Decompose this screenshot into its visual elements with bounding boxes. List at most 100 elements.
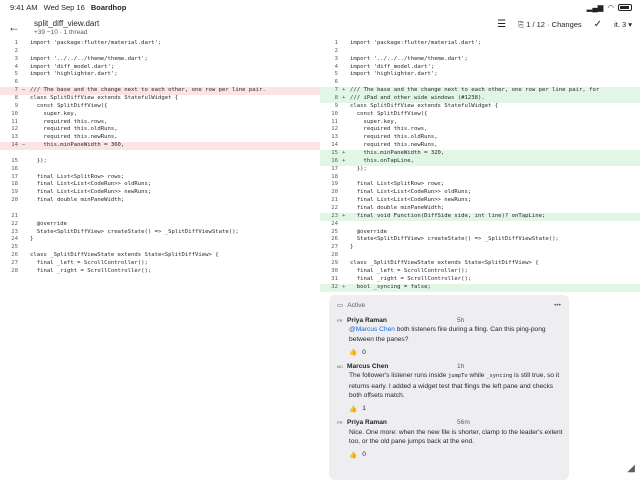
- code-line[interactable]: 7−/// The base and the change next to ea…: [0, 87, 320, 96]
- code-line[interactable]: 24}: [0, 236, 320, 244]
- code-text: /// The base and the change next to each…: [30, 87, 266, 94]
- code-line[interactable]: 8 class SplitDiffView extends StatefulWid…: [0, 95, 320, 103]
- list-icon[interactable]: ☰: [497, 19, 506, 30]
- code-line[interactable]: 15 + this.minPaneWidth = 320,: [320, 150, 640, 158]
- code-line[interactable]: 18 final List<List<CodeRun>> oldRuns;: [0, 181, 320, 189]
- reaction-button[interactable]: 👍 1: [349, 404, 561, 414]
- code-line[interactable]: 28: [320, 252, 640, 260]
- code-line[interactable]: 16: [0, 166, 320, 174]
- code-line[interactable]: [0, 205, 320, 213]
- more-menu-button[interactable]: it. 3 ▾: [614, 20, 632, 29]
- code-line[interactable]: 1 import 'package:flutter/material.dart';: [0, 40, 320, 48]
- code-line[interactable]: 12 required this.oldRuns,: [0, 126, 320, 134]
- code-text: @override: [350, 228, 388, 235]
- code-line[interactable]: 14 required this.newRuns,: [320, 142, 640, 150]
- code-line[interactable]: 5 import 'highlighter.dart';: [320, 71, 640, 79]
- code-line[interactable]: 13 required this.newRuns,: [0, 134, 320, 142]
- comment-body: Nice. One more: when the new file is sho…: [349, 428, 563, 446]
- code-line[interactable]: 11 super.key,: [320, 119, 640, 127]
- code-line[interactable]: 15 });: [0, 158, 320, 166]
- change-marker: [22, 150, 30, 158]
- code-line[interactable]: 3 import '../../../theme/theme.dart';: [0, 56, 320, 64]
- code-text: final _right = ScrollController();: [350, 275, 472, 282]
- reaction-button[interactable]: 👍 0: [349, 347, 561, 357]
- code-text: class SplitDiffView extends StatefulWidg…: [350, 102, 499, 109]
- code-line[interactable]: 23 State<SplitDiffView> createState() =>…: [0, 229, 320, 237]
- code-line[interactable]: 4 import 'diff_model.dart';: [320, 64, 640, 72]
- comment-item: MC Marcus Chen 1h The follower's listene…: [337, 361, 561, 414]
- code-line[interactable]: 23 + final void Function(DiffSide side, i…: [320, 212, 640, 221]
- line-number: 6: [334, 79, 338, 86]
- code-line[interactable]: 2: [0, 48, 320, 56]
- code-line[interactable]: 25 @override: [320, 229, 640, 237]
- code-line[interactable]: 12 required this.rows,: [320, 126, 640, 134]
- code-line[interactable]: 16 + this.onTapLine,: [320, 157, 640, 166]
- code-line[interactable]: 26 class _SplitDiffViewState extends Stat…: [0, 252, 320, 260]
- code-line[interactable]: 30 final _left = ScrollController();: [320, 268, 640, 276]
- code-line[interactable]: 22 final double minPaneWidth;: [320, 205, 640, 213]
- change-marker: [342, 244, 350, 252]
- change-marker: [22, 56, 30, 64]
- code-text: final List<SplitRow> rows;: [350, 181, 445, 188]
- code-line[interactable]: 3 import '../../../theme/theme.dart';: [320, 56, 640, 64]
- line-number: 3: [14, 55, 18, 62]
- line-number: [0, 205, 22, 213]
- code-line[interactable]: 9 class SplitDiffView extends StatefulWid…: [320, 103, 640, 111]
- code-line[interactable]: 24: [320, 221, 640, 229]
- change-marker: [22, 126, 30, 134]
- code-line[interactable]: 20 final List<List<CodeRun>> oldRuns;: [320, 189, 640, 197]
- code-line[interactable]: 17 final List<SplitRow> rows;: [0, 174, 320, 182]
- code-line[interactable]: 26 State<SplitDiffView> createState() =>…: [320, 236, 640, 244]
- code-line[interactable]: 25: [0, 244, 320, 252]
- code-line[interactable]: 10 super.key,: [0, 111, 320, 119]
- change-marker: [342, 276, 350, 284]
- change-marker: [342, 268, 350, 276]
- change-marker: [22, 189, 30, 197]
- back-arrow-icon[interactable]: ←: [8, 20, 20, 34]
- code-line[interactable]: 4 import 'diff_model.dart';: [0, 64, 320, 72]
- code-line[interactable]: 19 final List<SplitRow> rows;: [320, 181, 640, 189]
- code-line[interactable]: 17 });: [320, 166, 640, 174]
- code-line[interactable]: 2: [320, 48, 640, 56]
- code-line[interactable]: 6: [320, 79, 640, 87]
- code-line[interactable]: 32 + bool _syncing = false;: [320, 283, 640, 292]
- code-line[interactable]: 18: [320, 174, 640, 182]
- code-line[interactable]: 14− this.minPaneWidth = 360,: [0, 142, 320, 151]
- code-line[interactable]: 7 + /// The base and the change next to ea…: [320, 87, 640, 96]
- code-line[interactable]: 9 const SplitDiffView({: [0, 103, 320, 111]
- user-mention[interactable]: @Marcus Chen: [349, 326, 395, 333]
- code-line[interactable]: 22 @override: [0, 221, 320, 229]
- code-text: import 'package:flutter/material.dart';: [350, 40, 482, 46]
- code-line[interactable]: 1 import 'package:flutter/material.dart';: [320, 40, 640, 48]
- line-number: 8: [334, 95, 338, 102]
- code-line[interactable]: 27 final _left = ScrollController();: [0, 260, 320, 268]
- code-line[interactable]: 21: [0, 213, 320, 221]
- code-line[interactable]: 19 final List<List<CodeRun>> newRuns;: [0, 189, 320, 197]
- code-line[interactable]: 20 final double minPaneWidth;: [0, 197, 320, 205]
- code-line[interactable]: [0, 150, 320, 158]
- code-line[interactable]: 5 import 'highlighter.dart';: [0, 71, 320, 79]
- code-line[interactable]: 28 final _right = ScrollController();: [0, 268, 320, 276]
- change-marker: [342, 260, 350, 268]
- code-line[interactable]: 29 class _SplitDiffViewState extends Stat…: [320, 260, 640, 268]
- code-line[interactable]: 13 required this.oldRuns,: [320, 134, 640, 142]
- code-line[interactable]: 8 + /// iPad and other wide windows (#1238…: [320, 95, 640, 103]
- code-line[interactable]: 27}: [320, 244, 640, 252]
- reaction-button[interactable]: 👍 0: [349, 450, 561, 460]
- change-navigator[interactable]: ⎘ 1 / 12 · Changes: [518, 20, 582, 30]
- line-number: 1: [334, 40, 338, 46]
- code-line[interactable]: 31 final _right = ScrollController();: [320, 276, 640, 284]
- code-line[interactable]: 6: [0, 79, 320, 87]
- code-line[interactable]: 21 final List<List<CodeRun>> newRuns;: [320, 197, 640, 205]
- code-line[interactable]: 11 required this.rows,: [0, 119, 320, 127]
- change-marker: [22, 229, 30, 237]
- thumbs-up-icon: 👍: [349, 451, 358, 459]
- resize-handle-icon[interactable]: ◢: [627, 463, 635, 474]
- change-marker: [342, 166, 350, 174]
- code-line[interactable]: 10 const SplitDiffView({: [320, 111, 640, 119]
- comment-time: 56m: [457, 419, 470, 426]
- change-marker: [22, 260, 30, 268]
- thread-more-icon[interactable]: •••: [554, 302, 561, 309]
- approve-check-icon[interactable]: ✓: [594, 19, 602, 30]
